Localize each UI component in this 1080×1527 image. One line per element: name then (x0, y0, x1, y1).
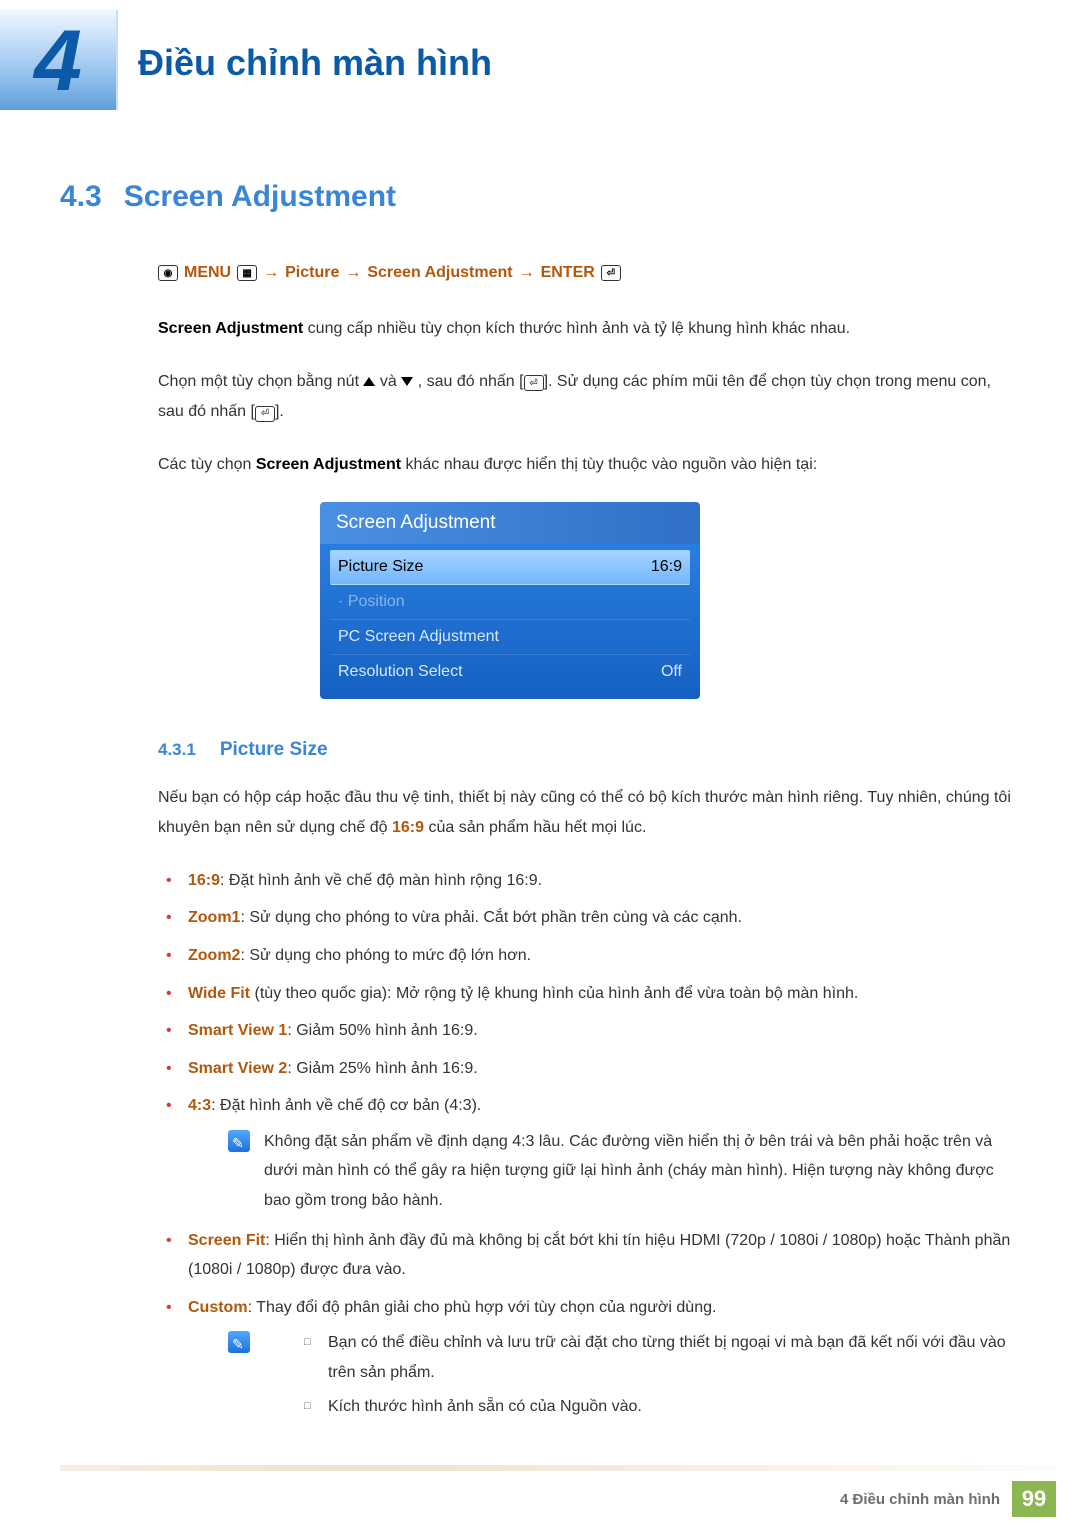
note-icon (228, 1130, 250, 1152)
enter-icon: ⏎ (601, 265, 621, 281)
list-item: Screen Fit: Hiển thị hình ảnh đầy đủ mà … (158, 1226, 1020, 1285)
osd-title: Screen Adjustment (320, 502, 700, 544)
page-number: 99 (1012, 1481, 1056, 1517)
note-custom: Bạn có thể điều chỉnh và lưu trữ cài đặt… (228, 1328, 1020, 1425)
osd-value: Off (661, 663, 682, 681)
nav-enter: ENTER (541, 258, 595, 288)
menu-path: ◉ MENU ▦ → Picture → Screen Adjustment →… (158, 258, 1020, 288)
nav-picture: Picture (285, 258, 339, 288)
intro-para-2c: , sau đó nhấn [ (418, 373, 524, 390)
list-item: 4:3: Đặt hình ảnh về chế độ cơ bản (4:3)… (158, 1091, 1020, 1215)
nav-screen-adjustment: Screen Adjustment (367, 258, 512, 288)
opt-key: Wide Fit (188, 985, 250, 1002)
intro-para-2b: và (380, 373, 401, 390)
options-list: 16:9: Đặt hình ảnh về chế độ màn hình rộ… (158, 866, 1020, 1426)
picture-size-intro: Nếu bạn có hộp cáp hoặc đầu thu vệ tinh,… (158, 783, 1020, 844)
chapter-number: 4 (34, 18, 82, 104)
ps-intro-b: 16:9 (392, 819, 424, 836)
list-item: Bạn có thể điều chỉnh và lưu trữ cài đặt… (304, 1328, 1020, 1387)
section-title: Screen Adjustment (124, 180, 396, 214)
intro-para-2a: Chọn một tùy chọn bằng nút (158, 373, 363, 390)
opt-key: 4:3 (188, 1097, 211, 1114)
ps-intro-c: của sản phẩm hầu hết mọi lúc. (424, 819, 646, 836)
opt-text: : Thay đổi độ phân giải cho phù hợp với … (248, 1299, 717, 1316)
chapter-number-block: 4 (0, 10, 118, 110)
intro-para-3b: Screen Adjustment (256, 456, 401, 473)
osd-row-resolution-select[interactable]: Resolution Select Off (330, 655, 690, 689)
opt-key: Screen Fit (188, 1232, 265, 1249)
nav-arrow: → (519, 258, 535, 288)
page-footer: 4 Điều chỉnh màn hình 99 (0, 1465, 1080, 1517)
osd-row-pc-screen-adjustment[interactable]: PC Screen Adjustment (330, 620, 690, 655)
intro-para-1: Screen Adjustment cung cấp nhiều tùy chọ… (158, 314, 1020, 344)
arrow-up-icon (363, 377, 375, 386)
nav-menu: MENU (184, 258, 231, 288)
note-icon (228, 1331, 250, 1353)
opt-text: (tùy theo quốc gia): Mở rộng tỷ lệ khung… (250, 985, 858, 1002)
list-item: Kích thước hình ảnh sẵn có của Nguồn vào… (304, 1392, 1020, 1422)
list-item: Wide Fit (tùy theo quốc gia): Mở rộng tỷ… (158, 979, 1020, 1009)
intro-para-2: Chọn một tùy chọn bằng nút và , sau đó n… (158, 367, 1020, 428)
note-custom-list: Bạn có thể điều chỉnh và lưu trữ cài đặt… (304, 1328, 1020, 1425)
intro-para-2e: ]. (275, 403, 284, 420)
opt-key: Custom (188, 1299, 248, 1316)
opt-key: Smart View 2 (188, 1060, 287, 1077)
osd-panel: Screen Adjustment Picture Size 16:9 · Po… (320, 502, 700, 699)
note-43-text: Không đặt sản phẩm về định dạng 4:3 lâu.… (264, 1127, 1020, 1216)
subsection-number: 4.3.1 (158, 740, 196, 760)
note-43: Không đặt sản phẩm về định dạng 4:3 lâu.… (228, 1127, 1020, 1216)
intro-para-3: Các tùy chọn Screen Adjustment khác nhau… (158, 450, 1020, 480)
osd-value: 16:9 (651, 558, 682, 576)
list-item: Smart View 1: Giảm 50% hình ảnh 16:9. (158, 1016, 1020, 1046)
opt-text: : Đặt hình ảnh về chế độ cơ bản (4:3). (211, 1097, 481, 1114)
enter-icon: ⏎ (524, 375, 544, 391)
list-item: Zoom2: Sử dụng cho phóng to mức độ lớn h… (158, 941, 1020, 971)
opt-key: 16:9 (188, 872, 220, 889)
osd-label: Resolution Select (338, 663, 463, 681)
remote-icon: ◉ (158, 265, 178, 281)
footer-chapter-label: 4 Điều chỉnh màn hình (840, 1491, 1000, 1508)
intro-para-1-strong: Screen Adjustment (158, 320, 303, 337)
opt-text: : Hiển thị hình ảnh đầy đủ mà không bị c… (188, 1232, 1010, 1279)
section-heading: 4.3 Screen Adjustment (60, 180, 1020, 214)
intro-para-3c: khác nhau được hiển thị tùy thuộc vào ng… (401, 456, 817, 473)
intro-para-3a: Các tùy chọn (158, 456, 256, 473)
menu-grid-icon: ▦ (237, 265, 257, 281)
opt-key: Zoom2 (188, 947, 240, 964)
nav-arrow: → (345, 258, 361, 288)
section-number: 4.3 (60, 180, 102, 214)
osd-label: · Position (338, 593, 405, 611)
osd-row-picture-size[interactable]: Picture Size 16:9 (330, 550, 690, 585)
opt-text: : Sử dụng cho phóng to vừa phải. Cắt bớt… (240, 909, 742, 926)
subsection-title: Picture Size (220, 739, 328, 761)
subsection-heading: 4.3.1 Picture Size (158, 739, 1020, 761)
osd-label: PC Screen Adjustment (338, 628, 499, 646)
chapter-header: 4 Điều chỉnh màn hình (0, 0, 1080, 110)
nav-arrow: → (263, 258, 279, 288)
opt-text: : Giảm 50% hình ảnh 16:9. (287, 1022, 477, 1039)
osd-label: Picture Size (338, 558, 423, 576)
osd-row-position[interactable]: · Position (330, 585, 690, 620)
chapter-title: Điều chỉnh màn hình (138, 42, 492, 84)
osd-body: Picture Size 16:9 · Position PC Screen A… (320, 544, 700, 699)
opt-key: Smart View 1 (188, 1022, 287, 1039)
opt-text: : Đặt hình ảnh về chế độ màn hình rộng 1… (220, 872, 542, 889)
list-item: Zoom1: Sử dụng cho phóng to vừa phải. Cắ… (158, 903, 1020, 933)
list-item: Custom: Thay đổi độ phân giải cho phù hợ… (158, 1293, 1020, 1425)
list-item: 16:9: Đặt hình ảnh về chế độ màn hình rộ… (158, 866, 1020, 896)
intro-para-1-rest: cung cấp nhiều tùy chọn kích thước hình … (303, 320, 850, 337)
opt-key: Zoom1 (188, 909, 240, 926)
opt-text: : Giảm 25% hình ảnh 16:9. (287, 1060, 477, 1077)
list-item: Smart View 2: Giảm 25% hình ảnh 16:9. (158, 1054, 1020, 1084)
footer-divider (60, 1465, 1056, 1471)
enter-icon: ⏎ (255, 406, 275, 422)
arrow-down-icon (401, 377, 413, 386)
opt-text: : Sử dụng cho phóng to mức độ lớn hơn. (240, 947, 531, 964)
